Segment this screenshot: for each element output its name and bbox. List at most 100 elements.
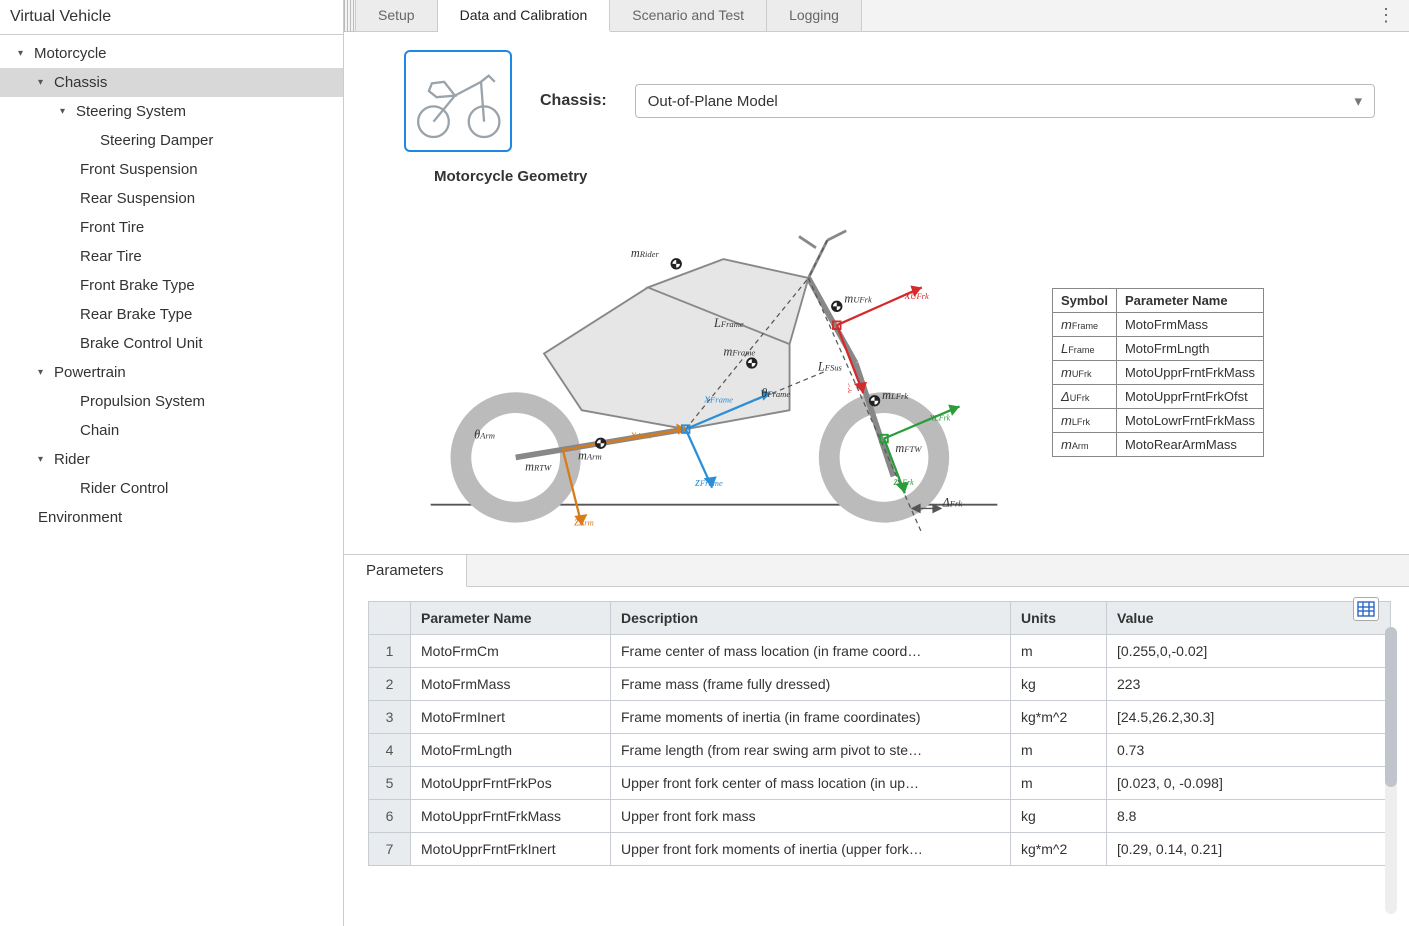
param-value-cell[interactable]: [24.5,26.2,30.3]	[1107, 701, 1391, 734]
row-number: 5	[369, 767, 411, 800]
param-value-cell[interactable]: 223	[1107, 668, 1391, 701]
tree-item[interactable]: Front Suspension	[0, 155, 343, 184]
legend-header-name: Parameter Name	[1116, 289, 1263, 313]
param-value-cell[interactable]: 8.8	[1107, 800, 1391, 833]
param-units-cell[interactable]: kg	[1011, 668, 1107, 701]
param-units-cell[interactable]: m	[1011, 767, 1107, 800]
top-tabs: SetupData and CalibrationScenario and Te…	[344, 0, 1409, 32]
panel-drag-handle[interactable]	[344, 0, 356, 32]
legend-symbol: mArm	[1053, 433, 1117, 457]
param-desc-cell[interactable]: Upper front fork mass	[611, 800, 1011, 833]
table-row[interactable]: 5MotoUpprFrntFrkPosUpper front fork cent…	[369, 767, 1391, 800]
param-name-cell[interactable]: MotoFrmCm	[411, 635, 611, 668]
parameters-tabbar: Parameters	[344, 554, 1409, 587]
caret-down-icon: ▾	[60, 106, 70, 117]
param-units-cell[interactable]: kg	[1011, 800, 1107, 833]
table-row[interactable]: 3MotoFrmInertFrame moments of inertia (i…	[369, 701, 1391, 734]
param-value-cell[interactable]: [0.023, 0, -0.098]	[1107, 767, 1391, 800]
tree-item[interactable]: Front Brake Type	[0, 271, 343, 300]
param-desc-cell[interactable]: Frame center of mass location (in frame …	[611, 635, 1011, 668]
col-header-name[interactable]: Parameter Name	[411, 602, 611, 635]
tree-item-label: Environment	[38, 509, 122, 526]
tree-item-label: Steering Damper	[100, 132, 213, 149]
param-name-cell[interactable]: MotoUpprFrntFrkPos	[411, 767, 611, 800]
param-units-cell[interactable]: kg*m^2	[1011, 833, 1107, 866]
tree-item[interactable]: Rider Control	[0, 474, 343, 503]
table-row[interactable]: 2MotoFrmMassFrame mass (frame fully dres…	[369, 668, 1391, 701]
caret-down-icon: ▾	[38, 77, 48, 88]
param-value-cell[interactable]: 0.73	[1107, 734, 1391, 767]
tree-item[interactable]: Rear Brake Type	[0, 300, 343, 329]
chassis-dropdown[interactable]: Out-of-Plane Model ▾	[635, 84, 1375, 118]
legend-name: MotoUpprFrntFrkMass	[1116, 361, 1263, 385]
scrollbar-thumb[interactable]	[1385, 627, 1397, 787]
tree-item-label: Powertrain	[54, 364, 126, 381]
col-header-units[interactable]: Units	[1011, 602, 1107, 635]
sidebar: Virtual Vehicle ▾Motorcycle▾Chassis▾Stee…	[0, 0, 344, 926]
col-header-desc[interactable]: Description	[611, 602, 1011, 635]
table-row[interactable]: 7MotoUpprFrntFrkInertUpper front fork mo…	[369, 833, 1391, 866]
legend-symbol: mFrame	[1053, 313, 1117, 337]
tab[interactable]: Data and Calibration	[438, 0, 611, 32]
param-desc-cell[interactable]: Frame moments of inertia (in frame coord…	[611, 701, 1011, 734]
legend-row: mUFrkMotoUpprFrntFrkMass	[1053, 361, 1264, 385]
param-desc-cell[interactable]: Upper front fork center of mass location…	[611, 767, 1011, 800]
tree-item[interactable]: Rear Suspension	[0, 184, 343, 213]
caret-down-icon: ▾	[18, 48, 28, 59]
chassis-label: Chassis:	[540, 92, 607, 110]
col-header-value[interactable]: Value	[1107, 602, 1391, 635]
sidebar-title: Virtual Vehicle	[0, 0, 343, 35]
param-units-cell[interactable]: kg*m^2	[1011, 701, 1107, 734]
param-name-cell[interactable]: MotoUpprFrntFrkInert	[411, 833, 611, 866]
tree-item[interactable]: ▾ Motorcycle	[0, 39, 343, 68]
param-name-cell[interactable]: MotoFrmLngth	[411, 734, 611, 767]
tree-item-label: Rear Brake Type	[80, 306, 192, 323]
motorcycle-icon	[412, 57, 504, 145]
tree-item[interactable]: Propulsion System	[0, 387, 343, 416]
table-row[interactable]: 1MotoFrmCmFrame center of mass location …	[369, 635, 1391, 668]
legend-header-symbol: Symbol	[1053, 289, 1117, 313]
legend-name: MotoFrmLngth	[1116, 337, 1263, 361]
row-number: 1	[369, 635, 411, 668]
tree-item[interactable]: Brake Control Unit	[0, 329, 343, 358]
param-name-cell[interactable]: MotoUpprFrntFrkMass	[411, 800, 611, 833]
tree-item[interactable]: Steering Damper	[0, 126, 343, 155]
legend-name: MotoUpprFrntFrkOfst	[1116, 385, 1263, 409]
tree-item[interactable]: ▾Chassis	[0, 68, 343, 97]
tree-item-label: Motorcycle	[34, 45, 107, 62]
tree-item-label: Rear Suspension	[80, 190, 195, 207]
tree-item[interactable]: Front Tire	[0, 213, 343, 242]
table-view-icon[interactable]	[1353, 597, 1379, 621]
param-value-cell[interactable]: [0.29, 0.14, 0.21]	[1107, 833, 1391, 866]
content-area: Chassis: Out-of-Plane Model ▾ Motorcycle…	[344, 32, 1409, 926]
tab-parameters[interactable]: Parameters	[344, 555, 467, 587]
row-number: 7	[369, 833, 411, 866]
table-row[interactable]: 6MotoUpprFrntFrkMassUpper front fork mas…	[369, 800, 1391, 833]
tree-item[interactable]: ▾Steering System	[0, 97, 343, 126]
param-name-cell[interactable]: MotoFrmInert	[411, 701, 611, 734]
vertical-scrollbar[interactable]	[1385, 627, 1397, 914]
table-row[interactable]: 4MotoFrmLngthFrame length (from rear swi…	[369, 734, 1391, 767]
tree-item[interactable]: ▾Rider	[0, 445, 343, 474]
param-desc-cell[interactable]: Frame length (from rear swing arm pivot …	[611, 734, 1011, 767]
param-units-cell[interactable]: m	[1011, 635, 1107, 668]
row-number: 3	[369, 701, 411, 734]
chassis-dropdown-value: Out-of-Plane Model	[648, 93, 778, 110]
more-menu-icon[interactable]: ⋮	[1363, 0, 1409, 32]
chassis-icon-card[interactable]	[404, 50, 512, 152]
tab[interactable]: Setup	[356, 0, 438, 31]
tab[interactable]: Logging	[767, 0, 862, 31]
tree-item[interactable]: Environment	[0, 503, 343, 532]
param-name-cell[interactable]: MotoFrmMass	[411, 668, 611, 701]
row-number: 6	[369, 800, 411, 833]
tree-item[interactable]: Chain	[0, 416, 343, 445]
tab[interactable]: Scenario and Test	[610, 0, 767, 31]
legend-row: mLFrkMotoLowrFrntFrkMass	[1053, 409, 1264, 433]
tree-item[interactable]: Rear Tire	[0, 242, 343, 271]
caret-down-icon: ▾	[38, 367, 48, 378]
tree-item[interactable]: ▾ Powertrain	[0, 358, 343, 387]
param-desc-cell[interactable]: Frame mass (frame fully dressed)	[611, 668, 1011, 701]
param-units-cell[interactable]: m	[1011, 734, 1107, 767]
param-value-cell[interactable]: [0.255,0,-0.02]	[1107, 635, 1391, 668]
param-desc-cell[interactable]: Upper front fork moments of inertia (upp…	[611, 833, 1011, 866]
